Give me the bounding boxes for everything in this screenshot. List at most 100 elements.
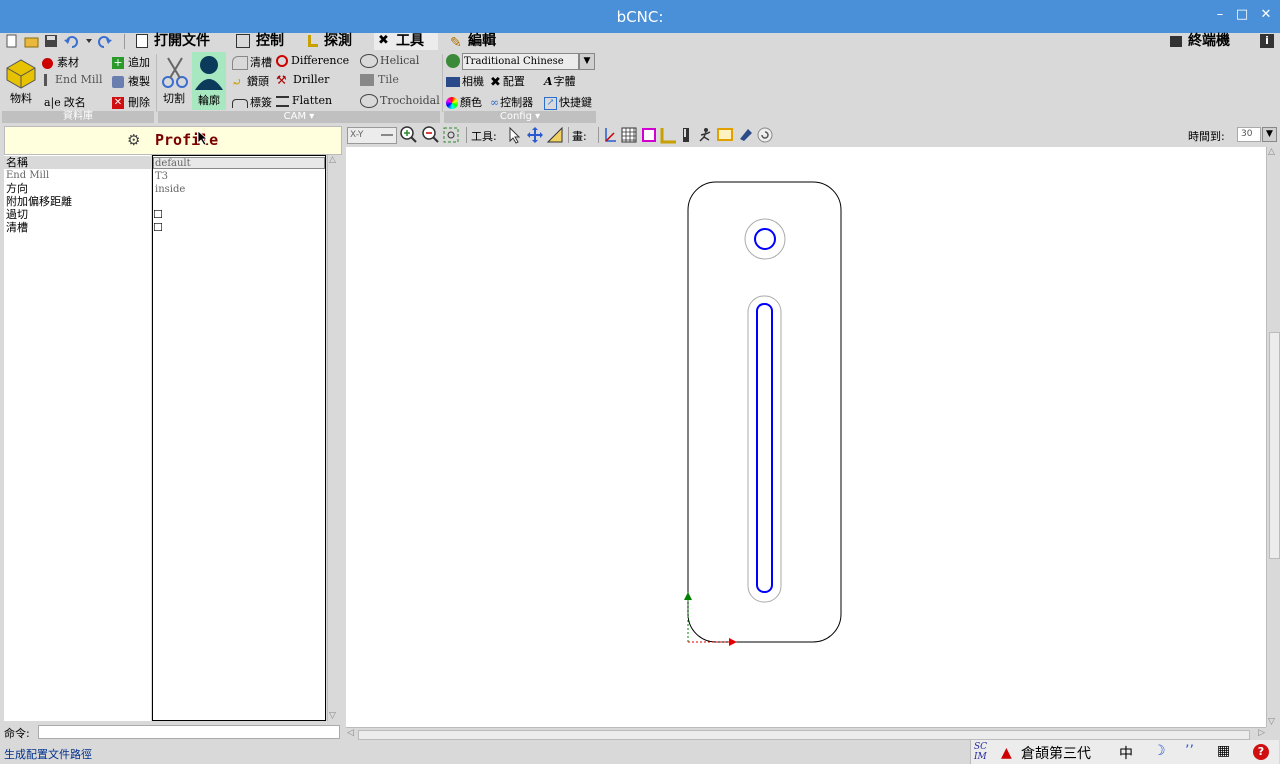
scissors-icon[interactable] bbox=[160, 56, 190, 90]
flatten-label: Flatten bbox=[292, 94, 333, 107]
tab-terminal[interactable]: 終端機 bbox=[1170, 33, 1230, 50]
tile-icon bbox=[360, 74, 374, 86]
view-select[interactable]: X-Y bbox=[347, 127, 397, 144]
helical-icon bbox=[360, 54, 378, 68]
scroll-down-icon[interactable]: ▽ bbox=[1268, 717, 1275, 727]
property-value[interactable]: inside bbox=[155, 183, 185, 196]
property-value[interactable]: T3 bbox=[155, 170, 168, 183]
scroll-thumb[interactable] bbox=[358, 730, 1250, 740]
gcode-canvas[interactable] bbox=[346, 147, 1266, 727]
scroll-left-icon[interactable]: ◁ bbox=[347, 728, 354, 738]
maximize-button[interactable]: □ bbox=[1234, 7, 1250, 23]
rename-button[interactable]: a|e 改名 bbox=[44, 94, 86, 110]
property-name[interactable]: 過切 bbox=[6, 208, 28, 221]
command-label: 命令: bbox=[4, 727, 30, 740]
camera-label: 相機 bbox=[462, 75, 484, 88]
property-name[interactable]: End Mill bbox=[6, 169, 49, 182]
drill-button[interactable]: ⤾ 鑽頭 bbox=[232, 73, 269, 89]
hole-toolpath bbox=[754, 228, 776, 250]
cut-label[interactable]: 切割 bbox=[163, 90, 185, 106]
trochoidal-button[interactable]: Trochoidal bbox=[360, 94, 440, 108]
input-method-name[interactable]: 倉頡第三代 bbox=[1021, 743, 1091, 763]
helical-button[interactable]: Helical bbox=[360, 54, 419, 68]
tab-file[interactable]: 打開文件 bbox=[136, 33, 210, 50]
delete-label: 刪除 bbox=[128, 96, 150, 109]
scroll-up-icon[interactable]: △ bbox=[329, 155, 336, 165]
group-label-cam[interactable]: CAM ▾ bbox=[158, 111, 440, 123]
scroll-up-icon[interactable]: △ bbox=[1268, 147, 1275, 157]
material-label[interactable]: 物料 bbox=[10, 90, 32, 106]
stock-cube-icon[interactable] bbox=[4, 56, 38, 90]
clone-label: 複製 bbox=[128, 75, 150, 88]
tab-edit[interactable]: ✎ 編輯 bbox=[450, 33, 496, 51]
punctuation-icon[interactable]: ’’ bbox=[1185, 743, 1194, 759]
property-name[interactable]: 方向 bbox=[6, 182, 28, 195]
property-name[interactable]: 附加偏移距離 bbox=[6, 195, 72, 208]
pocket-icon bbox=[232, 56, 248, 70]
scroll-right-icon[interactable]: ▷ bbox=[1258, 728, 1265, 738]
shortcuts-button[interactable]: ↗ 快捷鍵 bbox=[544, 94, 592, 110]
language-select[interactable]: Traditional Chinese ▼ bbox=[446, 53, 595, 70]
help-icon[interactable]: ? bbox=[1253, 744, 1269, 760]
camera-button[interactable]: 相機 bbox=[446, 73, 484, 89]
time-input[interactable]: 30 bbox=[1237, 127, 1261, 142]
config-button[interactable]: ✖ 配置 bbox=[490, 73, 525, 90]
gear-icon: ⚙ bbox=[127, 131, 141, 149]
overcut-checkbox[interactable]: ☐ bbox=[153, 208, 163, 221]
tab-control[interactable]: 控制 bbox=[236, 33, 284, 50]
stock-outline bbox=[687, 181, 842, 643]
status-text: 生成配置文件路徑 bbox=[4, 748, 92, 761]
controller-label: 控制器 bbox=[500, 96, 534, 109]
trochoidal-icon bbox=[360, 94, 378, 108]
tabs-button[interactable]: 標簽 bbox=[232, 94, 272, 110]
command-input[interactable] bbox=[38, 725, 340, 739]
edit-icon: ✎ bbox=[450, 35, 462, 51]
property-value[interactable]: default bbox=[155, 157, 191, 170]
end-mill-button[interactable]: End Mill bbox=[44, 73, 102, 86]
pocket-button[interactable]: 清槽 bbox=[232, 54, 272, 70]
group-label-config[interactable]: Config ▾ bbox=[444, 111, 596, 123]
input-mode[interactable]: 中 bbox=[1119, 743, 1133, 763]
driller-button[interactable]: ⚒ Driller bbox=[276, 73, 329, 86]
pan-move-icon bbox=[527, 127, 543, 143]
property-names-column: 名稱 End Mill 方向 附加偏移距離 過切 清槽 bbox=[4, 155, 151, 721]
language-dropdown-icon[interactable]: ▼ bbox=[579, 53, 595, 70]
dropdown-bar-icon bbox=[381, 134, 393, 136]
tile-button[interactable]: Tile bbox=[360, 73, 399, 86]
color-button[interactable]: 顏色 bbox=[446, 94, 482, 110]
scim-logo-icon: SC IM bbox=[974, 742, 988, 762]
tab-tools[interactable]: ✖ 工具 bbox=[374, 33, 438, 50]
difference-button[interactable]: Difference bbox=[276, 54, 349, 67]
controller-button[interactable]: ∞控制器 bbox=[490, 94, 533, 110]
canvas-hscrollbar[interactable]: ◁ ▷ bbox=[346, 727, 1266, 741]
zoom-in-icon bbox=[400, 126, 417, 143]
delete-button[interactable]: ✕ 刪除 bbox=[112, 94, 150, 110]
minimize-button[interactable]: – bbox=[1212, 7, 1228, 23]
property-name[interactable]: 清槽 bbox=[6, 221, 28, 234]
close-button[interactable]: ✕ bbox=[1258, 7, 1274, 23]
scroll-thumb[interactable] bbox=[1269, 332, 1280, 559]
camera-toggle-icon bbox=[740, 129, 752, 141]
margins-icon bbox=[642, 128, 656, 142]
pocket-checkbox[interactable]: ☐ bbox=[153, 221, 163, 234]
profile-button[interactable]: 輪廓 bbox=[192, 52, 226, 110]
canvas-vscrollbar[interactable]: △ ▽ bbox=[1266, 147, 1280, 727]
flatten-button[interactable]: Flatten bbox=[276, 94, 332, 107]
keyboard-icon[interactable]: ▦ bbox=[1217, 743, 1230, 759]
time-dropdown-icon[interactable]: ▼ bbox=[1262, 127, 1277, 142]
property-name[interactable]: 名稱 bbox=[6, 156, 28, 169]
stock-button[interactable]: 素材 bbox=[42, 54, 79, 70]
separator bbox=[598, 127, 599, 143]
add-button[interactable]: + 追加 bbox=[112, 54, 150, 70]
font-button[interactable]: A字體 bbox=[544, 73, 576, 89]
half-width-moon-icon[interactable]: ☽ bbox=[1153, 743, 1166, 759]
controller-icon: ∞ bbox=[490, 96, 500, 109]
chevron-down-icon: ▾ bbox=[535, 111, 541, 122]
scroll-down-icon[interactable]: ▽ bbox=[329, 711, 336, 721]
info-icon[interactable]: i bbox=[1260, 34, 1274, 48]
clone-button[interactable]: 複製 bbox=[112, 73, 150, 89]
separator bbox=[124, 34, 125, 49]
property-scrollbar[interactable]: △ ▽ bbox=[327, 155, 341, 721]
tab-probe[interactable]: 探測 bbox=[308, 33, 352, 50]
camera-icon bbox=[446, 77, 460, 87]
